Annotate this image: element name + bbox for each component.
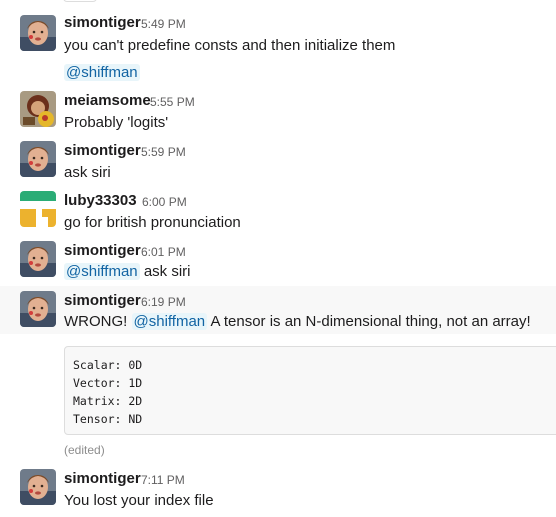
username[interactable]: simontiger <box>64 142 141 159</box>
message-text: go for british pronunciation <box>64 214 241 231</box>
timestamp[interactable]: 5:59 PM <box>141 145 186 159</box>
username[interactable]: simontiger <box>64 470 141 487</box>
timestamp[interactable]: 6:00 PM <box>142 195 187 209</box>
avatar-meiamsome[interactable] <box>20 91 56 127</box>
message-text-before: WRONG! <box>64 313 132 330</box>
message-continuation: @shiffman <box>0 62 556 86</box>
username[interactable]: simontiger <box>64 242 141 259</box>
timestamp[interactable]: 6:19 PM <box>141 295 186 309</box>
message-4: luby33303 6:00 PM go for british pronunc… <box>0 184 556 234</box>
timestamp[interactable]: 7:11 PM <box>141 473 185 487</box>
username[interactable]: simontiger <box>64 292 141 309</box>
mention-link[interactable]: @shiffman <box>64 64 140 81</box>
previous-attachment-edge <box>63 0 97 2</box>
message-1: simontiger 5:49 PM you can't predefine c… <box>0 8 556 64</box>
message-5: simontiger 6:01 PM @shiffman ask siri <box>0 234 556 286</box>
code-line: Vector: 1D <box>73 376 143 390</box>
message-text: WRONG! @shiffman A tensor is an N-dimens… <box>64 313 531 330</box>
timestamp[interactable]: 6:01 PM <box>141 245 186 259</box>
edited-label: (edited) <box>64 443 105 457</box>
username[interactable]: luby33303 <box>64 192 137 209</box>
code-block: Scalar: 0D Vector: 1D Matrix: 2D Tensor:… <box>64 346 556 435</box>
message-text: you can't predefine consts and then init… <box>64 37 396 54</box>
username[interactable]: simontiger <box>64 14 141 31</box>
code-line: Matrix: 2D <box>73 394 143 408</box>
message-text: @shiffman ask siri <box>64 263 191 280</box>
timestamp[interactable]: 5:55 PM <box>150 95 195 109</box>
mention-link[interactable]: @shiffman <box>131 313 208 330</box>
mention-link[interactable]: @shiffman <box>64 263 140 280</box>
message-7: simontiger 7:11 PM You lost your index f… <box>0 462 556 517</box>
avatar-simontiger[interactable] <box>20 241 56 277</box>
code-line: Scalar: 0D <box>73 358 143 372</box>
avatar-luby33303[interactable] <box>20 191 56 227</box>
avatar-simontiger[interactable] <box>20 469 56 505</box>
avatar-simontiger[interactable] <box>20 291 56 327</box>
message-text-rest: ask siri <box>139 263 191 280</box>
timestamp[interactable]: 5:49 PM <box>141 17 186 31</box>
message-6: simontiger 6:19 PM WRONG! @shiffman A te… <box>0 286 556 334</box>
message-text-after: A tensor is an N-dimensional thing, not … <box>207 313 531 330</box>
message-2: meiamsome 5:55 PM Probably 'logits' <box>0 84 556 134</box>
message-text: Probably 'logits' <box>64 114 169 131</box>
code-line: Tensor: ND <box>73 412 143 426</box>
username[interactable]: meiamsome <box>64 92 151 109</box>
message-text: You lost your index file <box>64 492 214 509</box>
message-3: simontiger 5:59 PM ask siri <box>0 134 556 184</box>
avatar-simontiger[interactable] <box>20 15 56 51</box>
message-text: ask siri <box>64 164 111 181</box>
message-text: @shiffman <box>64 64 140 81</box>
avatar-simontiger[interactable] <box>20 141 56 177</box>
